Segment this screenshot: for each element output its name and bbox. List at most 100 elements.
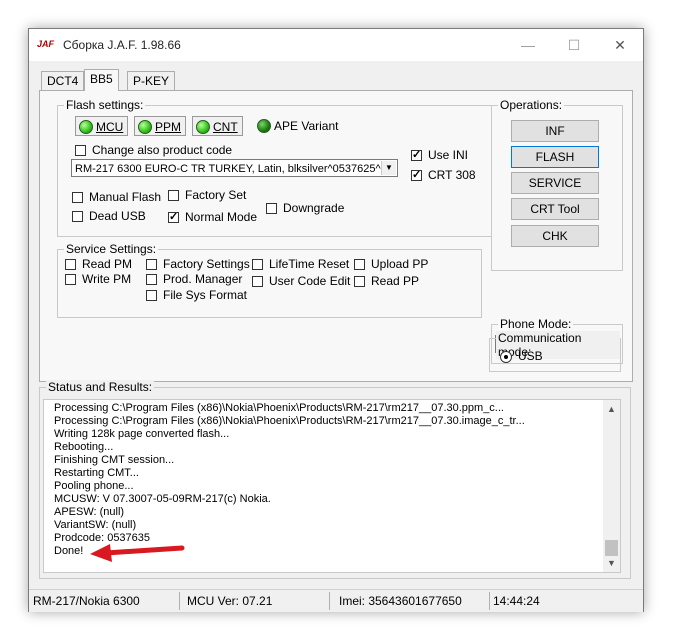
ape-variant-toggle[interactable]: APE Variant (257, 118, 338, 133)
usb-radio-label: USB (518, 349, 543, 363)
log-line: Writing 128k page converted flash... (54, 428, 230, 440)
log-line: Processing C:\Program Files (x86)\Nokia\… (54, 402, 504, 414)
downgrade-checkbox[interactable]: Downgrade (266, 201, 344, 215)
cnt-led-toggle[interactable]: CNT (192, 116, 243, 136)
status-divider (489, 592, 490, 610)
mcu-label: MCU (96, 119, 124, 134)
dead-usb-box[interactable] (72, 211, 83, 223)
scrollbar-thumb[interactable] (605, 540, 618, 556)
change-product-code-checkbox[interactable]: Change also product code (75, 143, 232, 157)
operations-label: Operations: (498, 98, 565, 112)
lifetime-reset-checkbox[interactable]: LifeTime Reset (252, 257, 349, 271)
prod-manager-box[interactable] (146, 274, 157, 286)
status-mcu-version: MCU Ver: 07.21 (187, 594, 273, 608)
log-line: Finishing CMT session... (54, 454, 175, 466)
usb-radio-dot[interactable] (500, 350, 512, 363)
ppm-led-toggle[interactable]: PPM (134, 116, 187, 136)
normal-mode-box[interactable] (168, 210, 179, 224)
operations-group: Operations: INF FLASH SERVICE CRT Tool C… (491, 98, 623, 271)
log-line: Rebooting... (54, 441, 114, 453)
product-code-value: RM-217 6300 EURO-C TR TURKEY, Latin, blk… (75, 163, 387, 175)
flash-settings-label: Flash settings: (64, 98, 146, 112)
window-title: Сборка J.A.F. 1.98.66 (63, 38, 181, 52)
tab-pkey[interactable]: P-KEY (127, 71, 176, 90)
log-line: APESW: (null) (54, 506, 125, 518)
chevron-down-icon[interactable]: ▼ (381, 161, 396, 175)
factory-settings-box[interactable] (146, 259, 157, 271)
service-settings-label: Service Settings: (64, 242, 159, 256)
crt308-box[interactable] (411, 168, 422, 182)
read-pm-checkbox[interactable]: Read PM (65, 257, 132, 271)
write-pm-box[interactable] (65, 274, 76, 286)
usb-radio[interactable]: USB (500, 349, 543, 363)
tab-bb5[interactable]: BB5 (84, 69, 119, 91)
chevron-down-icon[interactable]: ▼ (607, 558, 616, 568)
log-line: Done! (54, 545, 84, 557)
normal-mode-checkbox[interactable]: Normal Mode (168, 210, 257, 224)
communication-mode-group: Communication mode: USB (489, 331, 621, 372)
log-scrollbar[interactable]: ▲ ▼ (603, 400, 620, 572)
factory-settings-label: Factory Settings (163, 257, 250, 271)
factory-set-checkbox[interactable]: Factory Set (168, 188, 246, 202)
user-code-edit-label: User Code Edit (269, 274, 351, 288)
status-log[interactable]: Processing C:\Program Files (x86)\Nokia\… (43, 399, 621, 573)
upload-pp-label: Upload PP (371, 257, 429, 271)
read-pp-checkbox[interactable]: Read PP (354, 274, 419, 288)
upload-pp-checkbox[interactable]: Upload PP (354, 257, 428, 271)
phone-mode-label: Phone Mode: (498, 317, 574, 331)
cnt-label: CNT (213, 119, 238, 134)
red-arrow-icon (90, 544, 185, 562)
minimize-button[interactable]: — (505, 29, 551, 61)
status-imei: Imei: 35643601677650 (339, 594, 462, 608)
status-divider (179, 592, 180, 610)
service-settings-group: Service Settings: Read PM Write PM Facto… (57, 242, 482, 318)
mcu-led-icon (79, 119, 93, 134)
log-line: Pooling phone... (54, 480, 134, 492)
status-model: RM-217/Nokia 6300 (33, 594, 140, 608)
flash-button[interactable]: FLASH (511, 146, 599, 168)
read-pm-box[interactable] (65, 259, 76, 271)
inf-button[interactable]: INF (511, 120, 599, 142)
close-button[interactable]: ✕ (597, 29, 643, 61)
dead-usb-checkbox[interactable]: Dead USB (72, 209, 146, 223)
chk-button[interactable]: CHK (511, 225, 599, 247)
ape-led-icon (257, 118, 271, 133)
read-pm-label: Read PM (82, 257, 133, 271)
file-sys-format-box[interactable] (146, 290, 157, 302)
manual-flash-box[interactable] (72, 192, 83, 204)
log-line: MCUSW: V 07.3007-05-09RM-217(c) Nokia. (54, 493, 271, 505)
change-product-code-label: Change also product code (92, 143, 233, 157)
factory-settings-checkbox[interactable]: Factory Settings (146, 257, 250, 271)
normal-mode-label: Normal Mode (185, 210, 258, 224)
service-button[interactable]: SERVICE (511, 172, 599, 194)
manual-flash-checkbox[interactable]: Manual Flash (72, 190, 161, 204)
write-pm-checkbox[interactable]: Write PM (65, 272, 131, 286)
chevron-up-icon[interactable]: ▲ (607, 404, 616, 414)
title-bar: JAF Сборка J.A.F. 1.98.66 — ☐ ✕ (29, 29, 643, 61)
tab-dct4[interactable]: DCT4 (41, 71, 85, 90)
downgrade-box[interactable] (266, 203, 277, 215)
prod-manager-checkbox[interactable]: Prod. Manager (146, 272, 242, 286)
change-product-code-box[interactable] (75, 145, 86, 157)
file-sys-format-checkbox[interactable]: File Sys Format (146, 288, 247, 302)
crt-tool-button[interactable]: CRT Tool (511, 198, 599, 220)
user-code-edit-box[interactable] (252, 276, 263, 288)
lifetime-reset-box[interactable] (252, 259, 263, 271)
crt308-checkbox[interactable]: CRT 308 (411, 168, 476, 182)
status-results-label: Status and Results: (46, 380, 155, 394)
status-bar: RM-217/Nokia 6300 MCU Ver: 07.21 Imei: 3… (29, 589, 643, 612)
read-pp-box[interactable] (354, 276, 365, 288)
factory-set-box[interactable] (168, 190, 179, 202)
maximize-button[interactable]: ☐ (551, 29, 597, 61)
use-ini-checkbox[interactable]: Use INI (411, 148, 468, 162)
use-ini-box[interactable] (411, 148, 422, 162)
ppm-label: PPM (155, 119, 182, 134)
product-code-combo[interactable]: RM-217 6300 EURO-C TR TURKEY, Latin, blk… (71, 159, 398, 177)
prod-manager-label: Prod. Manager (163, 272, 243, 286)
read-pp-label: Read PP (371, 274, 420, 288)
jaf-window: JAF Сборка J.A.F. 1.98.66 — ☐ ✕ DCT4 BB5… (28, 28, 644, 612)
mcu-led-toggle[interactable]: MCU (75, 116, 129, 136)
ape-variant-label: APE Variant (274, 118, 339, 133)
upload-pp-box[interactable] (354, 259, 365, 271)
user-code-edit-checkbox[interactable]: User Code Edit (252, 274, 350, 288)
